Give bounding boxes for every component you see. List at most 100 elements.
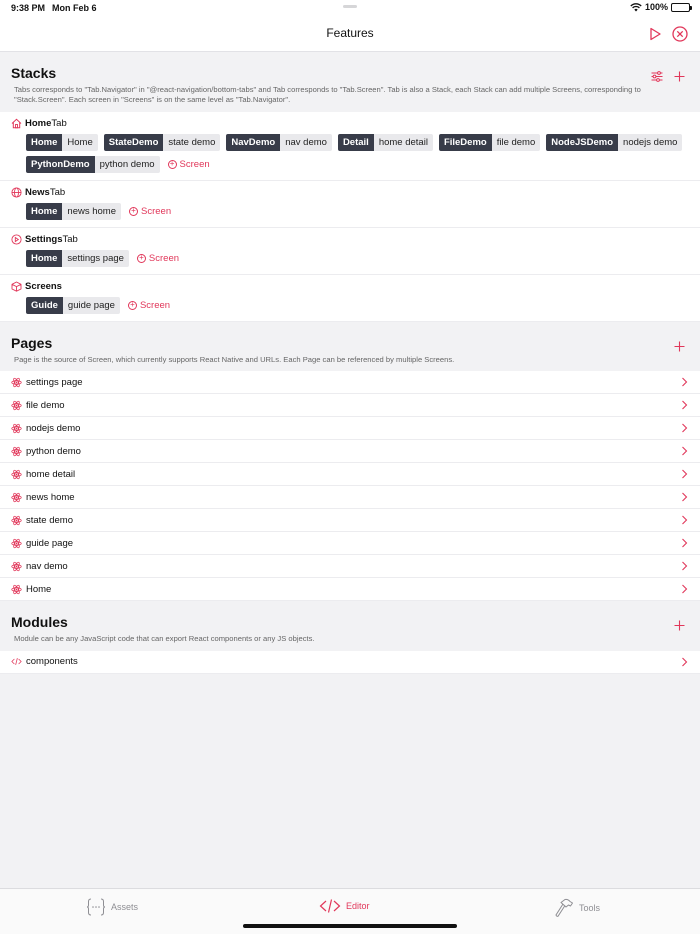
tab-editor[interactable]: Editor <box>319 898 370 914</box>
module-name: components <box>26 656 78 668</box>
page-name: guide page <box>26 537 74 549</box>
page-name: Home <box>26 583 52 595</box>
page-row[interactable]: nav demo <box>0 555 700 579</box>
screen-chip[interactable]: Home Home <box>26 133 98 151</box>
page-row[interactable]: guide page <box>0 532 700 556</box>
pages-actions <box>671 338 688 355</box>
stack-title[interactable]: Screens <box>11 281 689 292</box>
status-date: Mon Feb 6 <box>52 3 97 13</box>
stack-suffix: Tab <box>51 117 67 129</box>
plus-circle-icon: + <box>167 159 177 169</box>
pages-description: Page is the source of Screen, which curr… <box>14 354 455 364</box>
add-screen-button[interactable]: + Screen <box>166 156 210 173</box>
screen-key: Home <box>26 202 63 220</box>
add-stack-icon[interactable] <box>671 68 688 85</box>
module-row[interactable]: components <box>0 650 700 674</box>
screen-chips: Home Home StateDemo state demo NavDemo nav … <box>11 133 689 173</box>
screen-key: NodeJSDemo <box>546 133 619 151</box>
page-row[interactable]: home detail <box>0 463 700 487</box>
screen-key: Home <box>26 133 63 151</box>
sliders-icon[interactable] <box>648 68 665 85</box>
add-screen-label: Screen <box>148 252 180 264</box>
add-screen-button[interactable]: + Screen <box>126 297 170 314</box>
page-row[interactable]: news home <box>0 486 700 510</box>
page-row[interactable]: settings page <box>0 371 700 395</box>
react-icon <box>11 538 22 549</box>
screen-page: home detail <box>373 133 433 151</box>
status-bar: 9:38 PM Mon Feb 6 100% <box>0 0 700 16</box>
chevron-right-icon <box>682 493 688 502</box>
react-icon <box>11 377 22 388</box>
nav-actions <box>646 25 688 42</box>
stack-title[interactable]: HomeTab <box>11 118 689 129</box>
home-icon <box>11 118 22 129</box>
screen-key: Guide <box>26 296 63 314</box>
react-icon <box>11 515 22 526</box>
tab-assets[interactable]: Assets <box>86 898 138 916</box>
home-indicator[interactable] <box>243 924 457 928</box>
page-name: news home <box>26 491 75 503</box>
chevron-right-icon <box>682 516 688 525</box>
stack-title[interactable]: SettingsTab <box>11 234 689 245</box>
add-screen-button[interactable]: + Screen <box>135 250 179 267</box>
page-row[interactable]: nodejs demo <box>0 417 700 441</box>
screen-chips: Guide guide page + Screen <box>11 296 689 314</box>
react-icon <box>11 446 22 457</box>
screen-chip[interactable]: Home settings page <box>26 249 129 267</box>
multitasking-grabber[interactable] <box>343 5 357 8</box>
plus-circle-icon: + <box>136 253 146 263</box>
add-screen-button[interactable]: + Screen <box>127 203 171 220</box>
screen-key: PythonDemo <box>26 155 95 173</box>
plus-circle-icon: + <box>129 206 138 216</box>
stack-news-tab: NewsTab Home news home + Screen <box>0 180 700 228</box>
chevron-right-icon <box>682 424 688 433</box>
screen-chip[interactable]: NodeJSDemo nodejs demo <box>546 133 683 151</box>
code-icon <box>319 899 341 913</box>
page-row[interactable]: state demo <box>0 509 700 533</box>
screen-chip[interactable]: FileDemo file demo <box>438 133 541 151</box>
page-title: Features <box>326 26 374 40</box>
tab-tools[interactable]: Tools <box>554 898 600 918</box>
stack-name: Screens <box>25 280 62 292</box>
add-screen-label: Screen <box>139 299 171 311</box>
chevron-right-icon <box>682 585 688 594</box>
screen-chip[interactable]: Guide guide page <box>26 296 120 314</box>
play-icon[interactable] <box>646 25 663 42</box>
screen-chip[interactable]: PythonDemo python demo <box>26 155 160 173</box>
chevron-right-icon <box>682 378 688 387</box>
react-icon <box>11 423 22 434</box>
screen-chips: Home settings page + Screen <box>11 249 689 267</box>
screen-chip[interactable]: Home news home <box>26 202 121 220</box>
status-right: 100% <box>630 2 692 12</box>
wifi-icon <box>630 2 642 11</box>
stack-title[interactable]: NewsTab <box>11 187 689 198</box>
screen-page: guide page <box>62 296 120 314</box>
add-module-icon[interactable] <box>671 617 688 634</box>
page-name: nodejs demo <box>26 422 81 434</box>
settings-icon <box>11 234 22 245</box>
close-circle-icon[interactable] <box>671 25 688 42</box>
nav-bar: Features <box>0 16 700 52</box>
screen-page: Home <box>62 133 98 151</box>
page-row[interactable]: python demo <box>0 440 700 464</box>
react-icon <box>11 492 22 503</box>
chevron-right-icon <box>682 401 688 410</box>
stack-home-tab: HomeTab Home Home StateDemo state demo Nav… <box>0 111 700 181</box>
code-icon <box>11 656 22 667</box>
tab-label: Editor <box>346 901 370 911</box>
page-row[interactable]: Home <box>0 578 700 602</box>
stack-suffix: Tab <box>49 186 66 198</box>
screen-chip[interactable]: StateDemo state demo <box>103 133 221 151</box>
modules-description: Module can be any JavaScript code that c… <box>14 634 315 644</box>
add-page-icon[interactable] <box>671 338 688 355</box>
screen-chip[interactable]: NavDemo nav demo <box>226 133 332 151</box>
page-row[interactable]: file demo <box>0 394 700 418</box>
page-name: python demo <box>26 445 81 457</box>
stack-name: Settings <box>25 233 63 245</box>
react-icon <box>11 561 22 572</box>
stack-name: Home <box>25 117 52 129</box>
chevron-right-icon <box>682 470 688 479</box>
screen-chip[interactable]: Detail home detail <box>337 133 433 151</box>
add-screen-label: Screen <box>141 205 172 217</box>
chevron-right-icon <box>682 562 688 571</box>
